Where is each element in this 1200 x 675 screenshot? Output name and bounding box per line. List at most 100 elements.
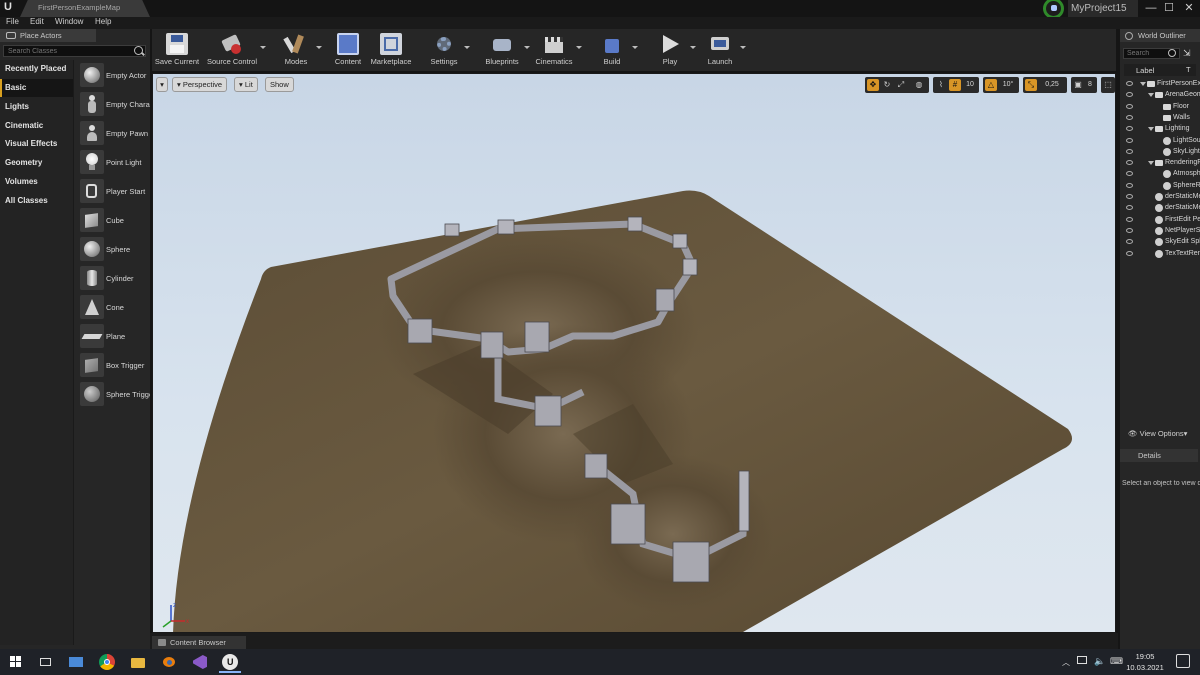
rotation-snap-value[interactable]: 10° — [999, 79, 1017, 91]
scale-snap-value[interactable]: 0,25 — [1040, 79, 1064, 91]
menu-file[interactable]: File — [6, 17, 19, 26]
level-viewport[interactable]: ▾ ▾ Perspective ▾ Lit Show ✥ ↻ ⤢ ◍ ⌇ # 1… — [152, 73, 1116, 633]
actor-item-box-trigger[interactable]: Box Trigger — [78, 352, 150, 379]
outliner-row[interactable]: AtmosphericFog — [1120, 169, 1200, 180]
actor-item-plane[interactable]: Plane — [78, 323, 150, 350]
menu-edit[interactable]: Edit — [30, 17, 44, 26]
translate-icon[interactable]: ✥ — [867, 79, 879, 91]
blueprints-button[interactable]: Blueprints — [480, 29, 530, 71]
expand-arrow-icon[interactable] — [1140, 82, 1146, 86]
category-recently-placed[interactable]: Recently Placed — [0, 60, 73, 78]
actor-item-empty-character[interactable]: Empty Character — [78, 91, 150, 118]
file-explorer-icon[interactable] — [130, 654, 146, 670]
visibility-eye-icon[interactable] — [1126, 205, 1133, 211]
source-control-status-icon[interactable] — [1040, 0, 1064, 19]
minimize-button[interactable]: — — [1142, 0, 1160, 17]
outliner-settings-icon[interactable]: ⇲ — [1183, 49, 1193, 58]
category-basic[interactable]: Basic — [0, 79, 73, 97]
expand-arrow-icon[interactable] — [1148, 93, 1154, 98]
settings-button[interactable]: Settings — [424, 29, 470, 71]
outliner-row[interactable]: ArenaGeometry — [1120, 90, 1200, 101]
visibility-eye-icon[interactable] — [1126, 182, 1133, 188]
visibility-eye-icon[interactable] — [1126, 239, 1133, 245]
close-button[interactable]: ✕ — [1180, 0, 1198, 17]
world-outliner-tab[interactable]: World Outliner — [1120, 29, 1200, 42]
actor-item-empty-actor[interactable]: Empty Actor — [78, 62, 150, 89]
menu-window[interactable]: Window — [55, 17, 83, 26]
outliner-row[interactable]: Walls — [1120, 113, 1200, 124]
maximize-button[interactable]: ☐ — [1160, 0, 1178, 17]
actor-item-point-light[interactable]: Point Light — [78, 149, 150, 176]
outliner-row[interactable]: LightSource — [1120, 136, 1200, 147]
blender-icon[interactable] — [161, 654, 177, 670]
content-browser-tab[interactable]: Content Browser — [152, 636, 246, 649]
label-column-header[interactable]: Label — [1136, 66, 1154, 75]
visibility-eye-icon[interactable] — [1126, 137, 1133, 143]
save-current-button[interactable]: Save Current — [152, 29, 202, 71]
volume-icon[interactable]: 🔈 — [1094, 656, 1105, 667]
menu-help[interactable]: Help — [95, 17, 111, 26]
visibility-eye-icon[interactable] — [1126, 250, 1133, 256]
rotate-icon[interactable]: ↻ — [881, 79, 893, 91]
source-control-button[interactable]: Source Control — [204, 29, 266, 71]
visibility-eye-icon[interactable] — [1126, 171, 1133, 177]
actor-item-cube[interactable]: Cube — [78, 207, 150, 234]
category-volumes[interactable]: Volumes — [0, 173, 73, 191]
level-tab[interactable]: FirstPersonExampleMap — [20, 0, 150, 17]
outliner-row[interactable]: RenderingFX — [1120, 158, 1200, 169]
unreal-engine-icon[interactable]: U — [222, 654, 238, 670]
viewport-options-button[interactable]: ▾ — [156, 77, 168, 92]
scale-snap-icon[interactable]: ⤡ — [1025, 79, 1037, 91]
tray-overflow-icon[interactable]: ︿ — [1062, 657, 1070, 668]
category-cinematic[interactable]: Cinematic — [0, 117, 73, 135]
perspective-button[interactable]: ▾ Perspective — [172, 77, 228, 92]
build-button[interactable]: Build — [592, 29, 638, 71]
outliner-row[interactable]: NetPlayerStart — [1120, 226, 1200, 237]
visibility-eye-icon[interactable] — [1126, 92, 1133, 98]
category-geometry[interactable]: Geometry — [0, 154, 73, 172]
actor-item-sphere[interactable]: Sphere — [78, 236, 150, 263]
outliner-row[interactable]: Floor — [1120, 102, 1200, 113]
scale-icon[interactable]: ⤢ — [895, 79, 907, 91]
visibility-eye-icon[interactable] — [1126, 194, 1133, 199]
windows-start-icon[interactable] — [8, 654, 24, 670]
visual-studio-icon[interactable] — [192, 654, 208, 670]
network-icon[interactable] — [1077, 656, 1087, 664]
visibility-eye-icon[interactable] — [1126, 160, 1133, 166]
expand-arrow-icon[interactable] — [1148, 161, 1154, 166]
grid-snap-icon[interactable]: # — [949, 79, 961, 91]
actor-item-sphere-trigger[interactable]: Sphere Trigger — [78, 381, 150, 408]
outliner-row[interactable]: derStaticMesh — [1120, 192, 1200, 203]
actor-item-cylinder[interactable]: Cylinder — [78, 265, 150, 292]
visibility-eye-icon[interactable] — [1126, 81, 1133, 86]
cinematics-button[interactable]: Cinematics — [532, 29, 582, 71]
modes-button[interactable]: Modes — [276, 29, 322, 71]
clock-date[interactable]: 10.03.2021 — [1124, 663, 1166, 672]
world-space-icon[interactable]: ◍ — [913, 79, 925, 91]
category-lights[interactable]: Lights — [0, 98, 73, 116]
surface-snap-icon[interactable]: ⌇ — [935, 79, 947, 91]
outliner-row[interactable]: FirstEdit Person — [1120, 215, 1200, 226]
actor-item-player-start[interactable]: Player Start — [78, 178, 150, 205]
outliner-row[interactable]: SkyEdit Sphere — [1120, 237, 1200, 248]
outliner-row[interactable]: derStaticMesh — [1120, 203, 1200, 214]
content-button[interactable]: Content — [328, 29, 368, 71]
visibility-eye-icon[interactable] — [1126, 126, 1133, 132]
category-visual-effects[interactable]: Visual Effects — [0, 135, 73, 153]
rotation-snap-icon[interactable]: △ — [985, 79, 997, 91]
visibility-eye-icon[interactable] — [1126, 216, 1133, 222]
task-view-icon[interactable] — [38, 654, 54, 670]
expand-arrow-icon[interactable] — [1148, 127, 1154, 132]
unreal-logo-icon[interactable]: U — [4, 1, 18, 15]
visibility-eye-icon[interactable] — [1126, 148, 1133, 154]
actor-item-cone[interactable]: Cone — [78, 294, 150, 321]
outliner-row[interactable]: TexTextRender — [1120, 249, 1200, 260]
category-all-classes[interactable]: All Classes — [0, 192, 73, 210]
outliner-row[interactable]: SphereReflectionCapture — [1120, 181, 1200, 192]
camera-speed-icon[interactable]: ▣ — [1072, 79, 1084, 91]
grid-snap-value[interactable]: 10 — [963, 79, 977, 91]
play-button[interactable]: Play — [650, 29, 696, 71]
outliner-row[interactable]: Lighting — [1120, 124, 1200, 135]
maximize-viewport-button[interactable]: ⬚ — [1101, 77, 1115, 93]
language-icon[interactable]: ⌨ — [1110, 656, 1123, 667]
